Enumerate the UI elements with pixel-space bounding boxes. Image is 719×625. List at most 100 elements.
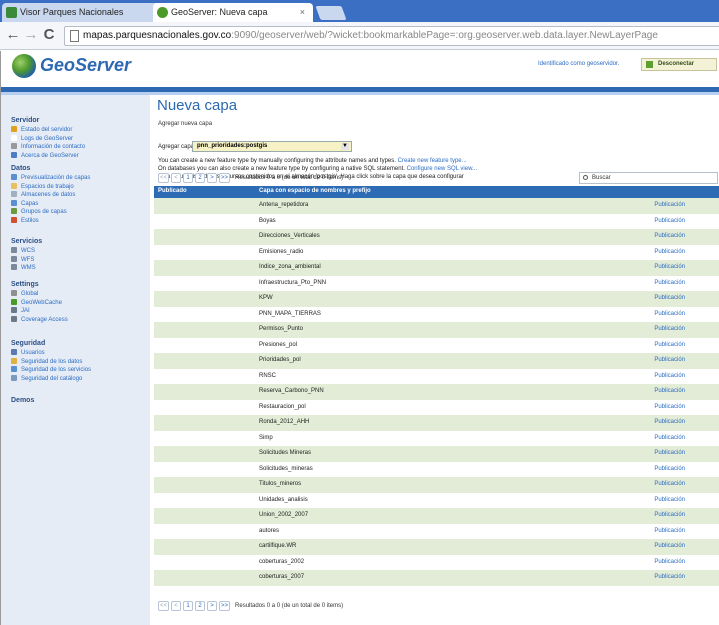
- search-input[interactable]: Buscar: [579, 172, 718, 184]
- pager-page-2-button[interactable]: 2: [195, 173, 206, 183]
- publish-layer-link[interactable]: Publicación: [654, 218, 685, 224]
- sidebar-item-icon: [11, 349, 17, 355]
- sidebar-item-icon: [11, 208, 17, 214]
- pager-last-button[interactable]: >>: [219, 173, 231, 183]
- sidebar-item[interactable]: WMS: [11, 264, 36, 272]
- sidebar-item[interactable]: Seguridad de los servicios: [11, 366, 91, 374]
- publish-layer-link[interactable]: Publicación: [654, 233, 685, 239]
- publish-layer-link[interactable]: Publicación: [654, 559, 685, 565]
- pager-first-button[interactable]: <<: [158, 173, 170, 183]
- pager-next-button[interactable]: >: [207, 601, 218, 611]
- geoserver-logo-text[interactable]: GeoServer: [40, 55, 131, 76]
- sidebar-item[interactable]: Almacenes de datos: [11, 191, 75, 199]
- store-select[interactable]: pnn_prioridades:postgis ▼: [192, 141, 352, 152]
- sidebar-item-icon: [11, 199, 17, 206]
- close-tab-icon[interactable]: ×: [300, 3, 305, 22]
- sidebar-item-icon: [11, 134, 17, 141]
- sidebar-item[interactable]: Espacios de trabajo: [11, 182, 74, 191]
- table-row: Emisiones_radio Publicación: [154, 244, 719, 260]
- layer-name-cell: Permisos_Punto: [259, 326, 304, 332]
- publish-layer-link[interactable]: Publicación: [654, 264, 685, 270]
- publish-layer-link[interactable]: Publicación: [654, 357, 685, 363]
- logout-button[interactable]: Desconectar: [641, 58, 717, 71]
- sidebar-item[interactable]: WFS: [11, 255, 34, 264]
- table-row: Titulos_mineros Publicación: [154, 477, 719, 493]
- publish-layer-link[interactable]: Publicación: [654, 512, 685, 518]
- sidebar-item-icon: [11, 126, 17, 132]
- publish-layer-link[interactable]: Publicación: [654, 295, 685, 301]
- back-arrow-icon[interactable]: ←: [4, 26, 22, 44]
- publish-layer-link[interactable]: Publicación: [654, 311, 685, 317]
- configure-sql-view-link[interactable]: Configure new SQL view...: [407, 166, 477, 172]
- table-row: PNN_MAPA_TIERRAS Publicación: [154, 306, 719, 322]
- pager-prev-button[interactable]: <: [171, 601, 182, 611]
- table-row: Indice_zona_ambiental Publicación: [154, 260, 719, 276]
- publish-layer-link[interactable]: Publicación: [654, 435, 685, 441]
- reload-icon[interactable]: C: [40, 26, 58, 44]
- create-feature-type-link[interactable]: Create new feature type...: [398, 158, 467, 164]
- publish-layer-link[interactable]: Publicación: [654, 528, 685, 534]
- pager-page-1-button[interactable]: 1: [183, 601, 194, 611]
- sidebar-section-title: Servidor: [11, 117, 40, 124]
- table-row: Solicitudes_mineras Publicación: [154, 461, 719, 477]
- sidebar-item-label: Usuarios: [21, 350, 45, 356]
- sidebar-item[interactable]: Grupos de capas: [11, 208, 67, 216]
- sidebar-item-label: WCS: [21, 248, 35, 254]
- publish-layer-link[interactable]: Publicación: [654, 466, 685, 472]
- sidebar-item[interactable]: Información de contacto: [11, 143, 85, 151]
- publish-layer-link[interactable]: Publicación: [654, 373, 685, 379]
- publish-layer-link[interactable]: Publicación: [654, 249, 685, 255]
- publish-layer-link[interactable]: Publicación: [654, 280, 685, 286]
- chevron-down-icon[interactable]: ▼: [341, 143, 349, 150]
- sidebar-item[interactable]: Seguridad del catálogo: [11, 374, 83, 383]
- pager-prev-button[interactable]: <: [171, 173, 182, 183]
- sidebar-section-title[interactable]: Demos: [11, 397, 34, 404]
- sidebar-item[interactable]: Estilos: [11, 216, 39, 225]
- sidebar-item[interactable]: Logs de GeoServer: [11, 134, 73, 143]
- sidebar-item[interactable]: JAI: [11, 307, 30, 315]
- publish-layer-link[interactable]: Publicación: [654, 481, 685, 487]
- tab-label: Visor Parques Nacionales: [20, 7, 124, 17]
- publish-layer-link[interactable]: Publicación: [654, 342, 685, 348]
- geoserver-logo-icon[interactable]: [12, 54, 36, 78]
- table-row: Simp Publicación: [154, 430, 719, 446]
- new-tab-button[interactable]: [315, 6, 347, 20]
- pager-page-2-button[interactable]: 2: [195, 601, 206, 611]
- publish-layer-link[interactable]: Publicación: [654, 326, 685, 332]
- sidebar-item-icon: [11, 191, 17, 197]
- sidebar-item-label: Seguridad de los datos: [21, 358, 83, 365]
- publish-layer-link[interactable]: Publicación: [654, 202, 685, 208]
- column-header-published[interactable]: Publicado: [158, 188, 187, 194]
- publish-layer-link[interactable]: Publicación: [654, 497, 685, 503]
- sidebar-item-label: Seguridad del catálogo: [21, 375, 83, 382]
- pager-last-button[interactable]: >>: [219, 601, 231, 611]
- column-header-layer-name[interactable]: Capa con espacio de nombres y prefijo: [259, 188, 371, 194]
- sidebar-item[interactable]: Seguridad de los datos: [11, 357, 83, 366]
- publish-layer-link[interactable]: Publicación: [654, 574, 685, 580]
- publish-layer-link[interactable]: Publicación: [654, 450, 685, 456]
- sidebar-item-label: JAI: [21, 308, 30, 314]
- browser-tab-geoserver[interactable]: GeoServer: Nueva capa ×: [153, 3, 313, 22]
- pager-page-1-button[interactable]: 1: [183, 173, 194, 183]
- forward-arrow-icon[interactable]: →: [22, 26, 40, 44]
- sidebar-item[interactable]: Coverage Access: [11, 315, 68, 324]
- publish-layer-link[interactable]: Publicación: [654, 419, 685, 425]
- publish-layer-link[interactable]: Publicación: [654, 404, 685, 410]
- sidebar-item[interactable]: Estado del servidor: [11, 126, 72, 134]
- sidebar-item[interactable]: Capas: [11, 199, 38, 208]
- sidebar-item[interactable]: Global: [11, 290, 38, 298]
- publish-layer-link[interactable]: Publicación: [654, 543, 685, 549]
- sidebar-item[interactable]: Previsualización de capas: [11, 174, 90, 182]
- publish-layer-link[interactable]: Publicación: [654, 388, 685, 394]
- logout-icon: [646, 61, 653, 68]
- sidebar-item[interactable]: Acerca de GeoServer: [11, 151, 79, 160]
- pager-next-button[interactable]: >: [207, 173, 218, 183]
- sidebar-item[interactable]: GeoWebCache: [11, 298, 62, 307]
- sidebar-item[interactable]: Usuarios: [11, 349, 45, 357]
- sidebar-item[interactable]: WCS: [11, 247, 35, 255]
- pager-first-button[interactable]: <<: [158, 601, 170, 611]
- browser-tab-visor[interactable]: Visor Parques Nacionales: [2, 3, 164, 22]
- search-placeholder: Buscar: [592, 175, 611, 181]
- address-bar[interactable]: mapas.parquesnacionales.gov.co:9090/geos…: [64, 26, 719, 46]
- map-favicon-icon: [6, 7, 17, 18]
